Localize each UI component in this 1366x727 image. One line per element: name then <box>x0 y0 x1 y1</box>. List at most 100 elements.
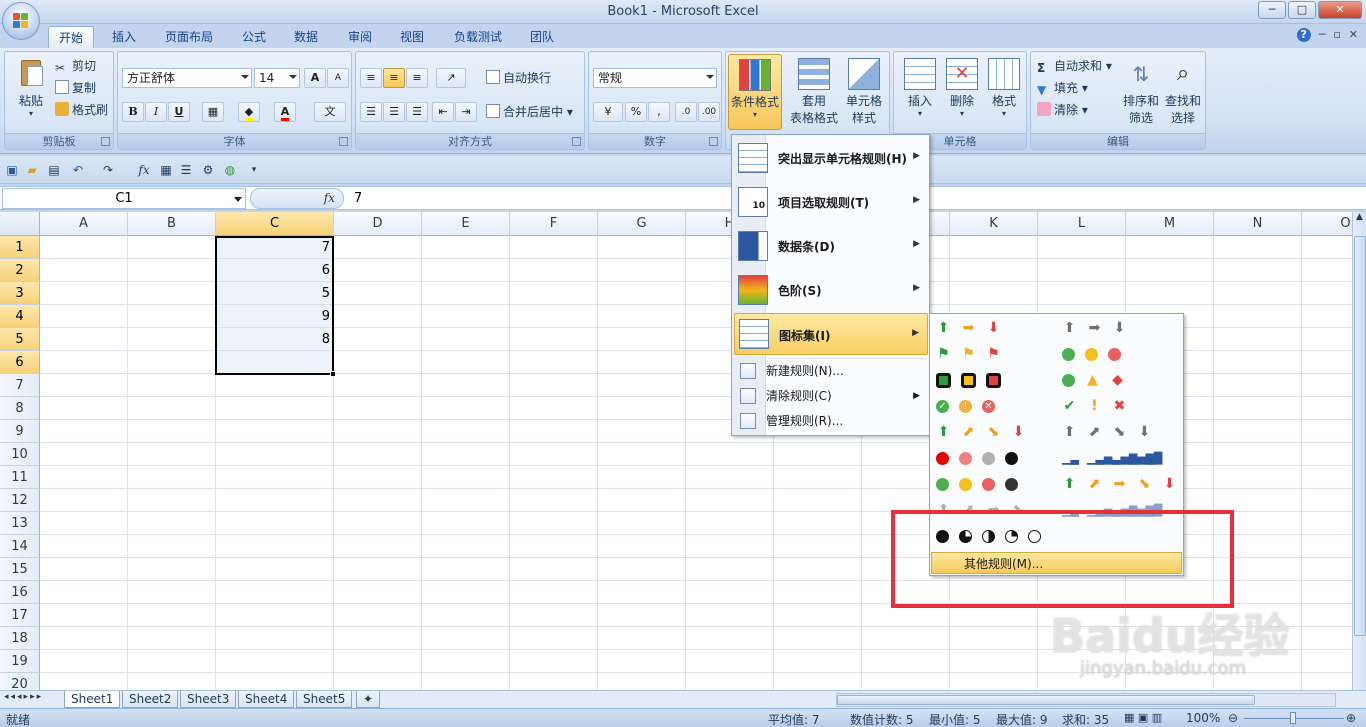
paste-button[interactable]: 粘贴 ▾ <box>7 58 55 118</box>
tab-data[interactable]: 数据 <box>294 26 318 48</box>
align-top-button[interactable]: ≡ <box>360 68 382 88</box>
insert-function-icon[interactable]: fx <box>136 162 152 178</box>
cell-styles-button[interactable]: 单元格 样式 <box>840 58 888 126</box>
row-header-19[interactable]: 19 <box>0 650 40 673</box>
merge-center-button[interactable]: 合并后居中 ▾ <box>486 102 573 122</box>
tab-home[interactable]: 开始 <box>48 26 95 48</box>
cell-c5[interactable]: 8 <box>216 328 334 351</box>
orientation-button[interactable]: ↗ <box>436 68 466 88</box>
column-header-e[interactable]: E <box>422 212 510 236</box>
zoom-level[interactable]: 100% <box>1186 711 1220 725</box>
cf-color-scales[interactable]: 色阶(S) ▶ <box>734 269 928 311</box>
save-icon[interactable]: ▣ <box>4 162 20 178</box>
sheet-nav-icons[interactable]: ◂◂◂▸▸▸ <box>4 692 43 702</box>
row-header-18[interactable]: 18 <box>0 627 40 650</box>
redo-icon[interactable]: ↷ <box>100 162 116 178</box>
column-header-b[interactable]: B <box>128 212 216 236</box>
decrease-indent-button[interactable]: ⇤ <box>432 102 454 122</box>
increase-indent-button[interactable]: ⇥ <box>455 102 477 122</box>
help-icon[interactable]: ? <box>1296 28 1311 42</box>
tools-icon[interactable]: ⚙ <box>200 162 216 178</box>
rows-icon[interactable]: ☰ <box>178 162 194 178</box>
row-header-10[interactable]: 10 <box>0 443 40 466</box>
office-button[interactable] <box>2 2 40 40</box>
tab-review[interactable]: 审阅 <box>348 26 372 48</box>
align-right-button[interactable]: ☰ <box>406 102 428 122</box>
maximize-button[interactable]: □ <box>1288 1 1316 19</box>
wrap-text-button[interactable]: 自动换行 <box>486 68 551 88</box>
table-icon[interactable]: ▦ <box>158 162 174 178</box>
tab-view[interactable]: 视图 <box>400 26 424 48</box>
row-header-4[interactable]: 4 <box>0 305 40 328</box>
new-sheet-icon[interactable]: ✦ <box>356 691 381 708</box>
zoom-out-icon[interactable]: ⊖ <box>1228 711 1238 725</box>
icon-set-3-traffic-lights-rimmed[interactable] <box>936 370 1001 390</box>
row-header-13[interactable]: 13 <box>0 512 40 535</box>
column-header-g[interactable]: G <box>598 212 686 236</box>
font-launcher-icon[interactable] <box>339 137 348 146</box>
zoom-slider-thumb[interactable] <box>1290 712 1296 724</box>
cf-clear-rules[interactable]: 清除规则(C) ▶ <box>734 385 928 407</box>
icon-set-3-flags[interactable]: ⚑ ⚑ ⚑ <box>936 344 1001 364</box>
icon-set-3-symbols-circled[interactable]: ✓! ✕ <box>936 396 995 416</box>
name-box[interactable]: C1 <box>2 188 246 209</box>
row-header-17[interactable]: 17 <box>0 604 40 627</box>
icon-set-4-arrows-colored[interactable]: ⬆ ⬈ ⬊ ⬇ <box>936 422 1026 442</box>
close-button[interactable]: ✕ <box>1318 1 1362 19</box>
cf-manage-rules[interactable]: 管理规则(R)... <box>734 410 928 432</box>
fill-handle[interactable] <box>330 371 336 377</box>
icon-set-5-arrows-colored[interactable]: ⬆ ⬈ ➡ ⬊ ⬇ <box>1062 474 1177 494</box>
format-painter-button[interactable]: 格式刷 <box>55 100 108 120</box>
row-header-5[interactable]: 5 <box>0 328 40 351</box>
tab-page-layout[interactable]: 页面布局 <box>165 26 213 48</box>
cell-c1[interactable]: 7 <box>216 236 334 259</box>
icon-set-3-arrows-colored[interactable]: ⬆ ➡ ⬇ <box>936 318 1001 338</box>
phonetic-button[interactable]: 文 <box>314 102 346 122</box>
cf-top-bottom-rules[interactable]: 10 项目选取规则(T) ▶ <box>734 181 928 223</box>
row-header-1[interactable]: 1 <box>0 236 40 259</box>
column-header-a[interactable]: A <box>40 212 128 236</box>
row-header-12[interactable]: 12 <box>0 489 40 512</box>
scroll-up-icon[interactable]: ▲ <box>1353 212 1366 226</box>
column-header-m[interactable]: M <box>1126 212 1214 236</box>
copy-button[interactable]: 复制 <box>55 78 96 98</box>
ribbon-restore-icon[interactable]: ▫ <box>1333 28 1340 42</box>
row-header-15[interactable]: 15 <box>0 558 40 581</box>
tab-load-test[interactable]: 负载测试 <box>454 26 502 48</box>
icon-set-3-traffic-lights[interactable] <box>1062 344 1121 364</box>
cf-highlight-rules[interactable]: 突出显示单元格规则(H) ▶ <box>734 137 928 179</box>
icon-set-red-to-black[interactable] <box>936 448 1018 468</box>
tab-team[interactable]: 团队 <box>530 26 554 48</box>
border-button[interactable]: ▦ <box>202 102 224 122</box>
zoom-in-icon[interactable]: ⊕ <box>1346 711 1356 725</box>
row-header-20[interactable]: 20 <box>0 673 40 690</box>
grow-font-button[interactable]: A <box>304 68 326 88</box>
insert-cells-button[interactable]: 插入 ▾ <box>896 58 944 118</box>
icon-set-4-ratings[interactable]: ▁▃ ▁▃▅ ▃▅▇ ▅▇█ <box>1062 448 1162 468</box>
customize-qat-icon[interactable]: ▾ <box>246 162 262 178</box>
autosum-button[interactable]: Σ 自动求和 ▾ <box>1037 56 1112 76</box>
icon-set-4-traffic-lights[interactable] <box>936 474 1018 494</box>
align-center-button[interactable]: ☰ <box>383 102 405 122</box>
insert-function-button[interactable]: fx <box>250 188 344 209</box>
formula-input[interactable]: 7 <box>354 191 362 206</box>
icon-set-3-arrows-gray[interactable]: ⬆ ➡ ⬇ <box>1062 318 1127 338</box>
comma-button[interactable]: , <box>648 102 670 122</box>
format-as-table-button[interactable]: 套用 表格格式 <box>790 58 838 126</box>
column-header-k[interactable]: K <box>950 212 1038 236</box>
cf-data-bars[interactable]: 数据条(D) ▶ <box>734 225 928 267</box>
vertical-scroll-thumb[interactable] <box>1354 236 1366 636</box>
row-header-14[interactable]: 14 <box>0 535 40 558</box>
align-left-button[interactable]: ☰ <box>360 102 382 122</box>
align-bottom-button[interactable]: ≡ <box>406 68 428 88</box>
row-header-3[interactable]: 3 <box>0 282 40 305</box>
open-icon[interactable]: ▰ <box>24 162 40 178</box>
bold-button[interactable]: B <box>122 102 144 122</box>
cf-icon-sets[interactable]: 图标集(I) ▶ <box>734 313 928 355</box>
ribbon-minimize-icon[interactable]: ─ <box>1319 28 1326 42</box>
column-header-f[interactable]: F <box>510 212 598 236</box>
increase-decimal-button[interactable]: .0 <box>675 102 697 122</box>
row-header-16[interactable]: 16 <box>0 581 40 604</box>
currency-button[interactable]: ¥ <box>593 102 623 122</box>
icon-set-3-signs[interactable]: ▲ ◆ <box>1062 370 1125 390</box>
